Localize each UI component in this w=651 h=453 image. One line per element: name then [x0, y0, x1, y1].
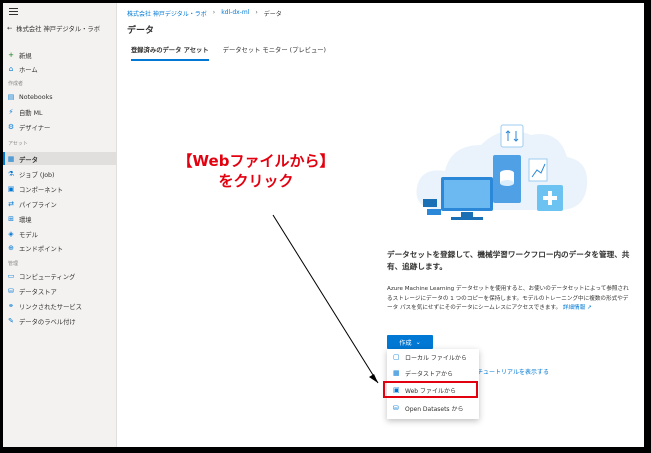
annotation-arrow [272, 214, 379, 384]
app-frame: ← 株式会社 神戸デジタル・ラボ + 新規 ⌂ ホーム 作成者 ▤ Notebo… [3, 3, 644, 447]
